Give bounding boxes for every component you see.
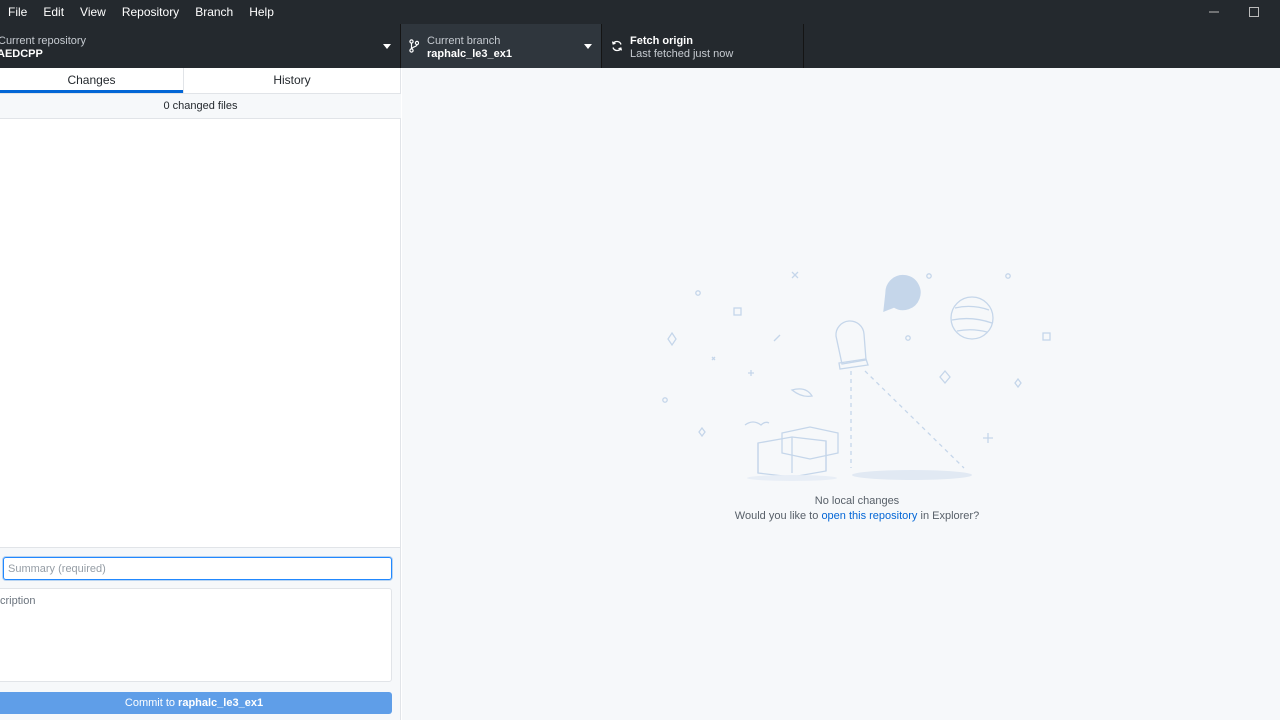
summary-input[interactable] (3, 557, 392, 580)
fetch-subtitle: Last fetched just now (630, 48, 734, 60)
menu-edit[interactable]: Edit (35, 0, 72, 24)
menu-help[interactable]: Help (241, 0, 282, 24)
repository-selector[interactable]: Current repository AEDCPP (0, 24, 401, 68)
tab-history[interactable]: History (183, 68, 401, 93)
repository-name: AEDCPP (0, 48, 43, 60)
blank-slate-title: No local changes (814, 495, 900, 507)
repository-label: Current repository (0, 35, 87, 47)
menu-branch[interactable]: Branch (187, 0, 241, 24)
blank-slate-panel: No local changes Would you like to open … (402, 68, 1280, 720)
menu-repository[interactable]: Repository (114, 0, 187, 24)
toolbar: Current repository AEDCPP Current branch… (0, 24, 1280, 68)
blank-slate-sub-after: in Explorer? (920, 510, 980, 522)
menu-view[interactable]: View (72, 0, 114, 24)
maximize-icon (1249, 7, 1259, 17)
sync-icon (611, 40, 623, 52)
commit-button[interactable]: Commit to raphalc_le3_ex1 (0, 692, 392, 714)
caret-down-icon (383, 44, 391, 49)
title-bar: File Edit View Repository Branch Help (0, 0, 1280, 24)
changed-files-count: 0 changed files (0, 94, 401, 119)
commit-button-branch: raphalc_le3_ex1 (178, 697, 264, 709)
no-changes-illustration (662, 271, 1051, 481)
file-list (0, 119, 400, 547)
blank-slate-sub-before: Would you like to (734, 510, 819, 522)
minimize-icon (1209, 11, 1219, 13)
tab-divider (183, 68, 184, 93)
branch-name: raphalc_le3_ex1 (427, 48, 513, 60)
menu-file[interactable]: File (0, 0, 35, 24)
menu-bar: File Edit View Repository Branch Help (0, 0, 282, 24)
git-branch-icon (409, 39, 419, 53)
tab-changes[interactable]: Changes (0, 68, 183, 93)
branch-selector[interactable]: Current branch raphalc_le3_ex1 (401, 24, 602, 68)
caret-down-icon (584, 44, 592, 49)
maximize-button[interactable] (1234, 0, 1274, 24)
branch-label: Current branch (427, 35, 501, 47)
commit-form: cription Commit to raphalc_le3_ex1 (0, 547, 400, 720)
tab-bar: Changes History (0, 68, 401, 94)
open-repository-link[interactable]: open this repository (821, 510, 917, 522)
changes-sidebar: Changes History 0 changed files cription… (0, 68, 401, 720)
fetch-title: Fetch origin (630, 35, 693, 47)
fetch-origin-button[interactable]: Fetch origin Last fetched just now (602, 24, 804, 68)
description-field[interactable]: cription (0, 588, 392, 682)
commit-button-prefix: Commit to (124, 697, 176, 709)
minimize-button[interactable] (1194, 0, 1234, 24)
description-placeholder: cription (0, 595, 36, 607)
blank-slate-subtitle: Would you like to open this repository i… (402, 510, 1280, 522)
